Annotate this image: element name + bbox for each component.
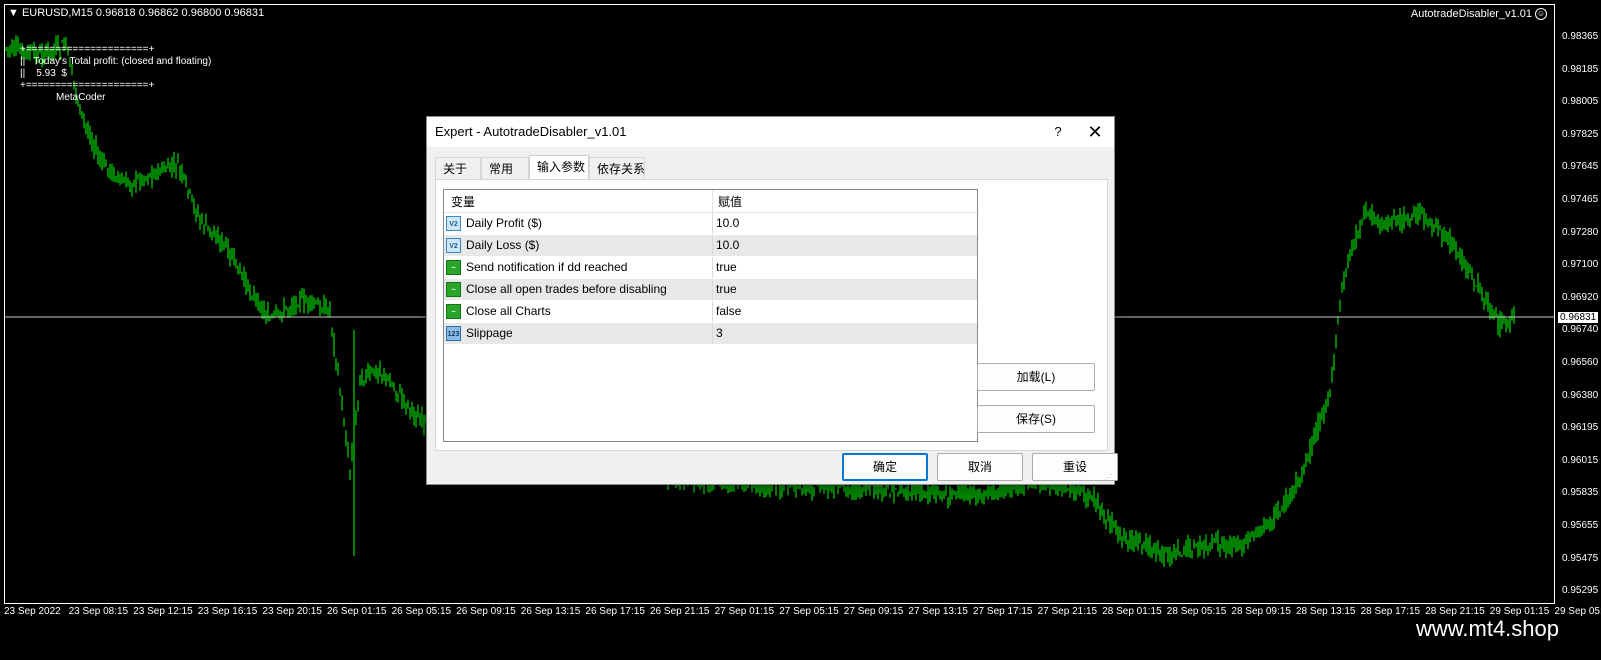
parameter-name: Close all Charts <box>466 304 551 318</box>
price-axis-label: 0.95295 <box>1562 585 1599 597</box>
column-header-variable[interactable]: 变量 <box>451 190 475 212</box>
double-icon: V2 <box>446 216 461 231</box>
symbol-info: EURUSD,M15 0.96818 0.96862 0.96800 0.968… <box>21 7 265 19</box>
close-button[interactable]: ✕ <box>1083 120 1107 144</box>
parameter-name: Send notification if dd reached <box>466 260 628 274</box>
table-row[interactable]: ~ Send notification if dd reached true <box>444 257 977 279</box>
time-axis-label: 26 Sep 13:15 <box>520 606 581 617</box>
parameter-name: Daily Profit ($) <box>466 216 543 230</box>
bool-icon: ~ <box>446 282 461 297</box>
price-axis-label: 0.98365 <box>1562 31 1599 42</box>
time-axis-label: 23 Sep 20:15 <box>262 606 322 617</box>
price-axis-label: 0.96380 <box>1562 389 1599 401</box>
overlay-author: MetaCoder <box>56 92 106 103</box>
tab-dependencies[interactable]: 依存关系 <box>589 157 645 179</box>
dialog-title: Expert - AutotradeDisabler_v1.01 <box>435 124 627 139</box>
watermark: www.mt4.shop <box>1415 616 1559 641</box>
price-axis-label: 0.96920 <box>1562 291 1599 303</box>
ok-button[interactable]: 确定 <box>842 453 928 481</box>
time-axis-label: 23 Sep 16:15 <box>197 606 258 617</box>
price-axis-label: 0.96560 <box>1562 357 1599 368</box>
table-row[interactable]: V2 Daily Loss ($) 10.0 <box>444 235 977 257</box>
time-axis-label: 27 Sep 09:15 <box>843 606 904 617</box>
time-axis-label: 23 Sep 2022 <box>4 606 61 617</box>
double-icon: V2 <box>446 238 461 253</box>
time-axis-label: 27 Sep 21:15 <box>1037 606 1098 617</box>
parameter-value[interactable]: 3 <box>712 323 723 344</box>
parameter-value[interactable]: 10.0 <box>712 213 739 234</box>
time-axis-label: 28 Sep 13:15 <box>1296 606 1356 617</box>
time-axis-label: 27 Sep 13:15 <box>908 606 968 617</box>
table-row[interactable]: ~ Close all open trades before disabling t… <box>444 279 977 301</box>
time-axis-label: 27 Sep 17:15 <box>973 606 1033 617</box>
symbol-header: ▼ EURUSD,M15 0.96818 0.96862 0.96800 0.9… <box>8 7 264 19</box>
time-axis-label: 26 Sep 09:15 <box>456 606 516 617</box>
price-axis-label: 0.96015 <box>1562 454 1599 466</box>
help-button[interactable]: ? <box>1048 122 1068 142</box>
tab-inputs[interactable]: 输入参数 <box>529 155 589 180</box>
table-row[interactable]: ~ Close all Charts false <box>444 301 977 323</box>
price-axis-label: 0.97645 <box>1562 161 1599 173</box>
column-separator[interactable] <box>712 190 713 212</box>
overlay-border-top: +=====================+ <box>20 44 155 55</box>
overlay-border-bottom: +=====================+ <box>20 80 155 91</box>
table-row[interactable]: V2 Daily Profit ($) 10.0 <box>444 213 977 235</box>
price-axis-label: 0.95475 <box>1562 552 1599 564</box>
parameter-value[interactable]: true <box>712 279 737 300</box>
time-axis-label: 23 Sep 12:15 <box>133 606 193 617</box>
parameter-value[interactable]: 10.0 <box>712 235 739 256</box>
save-button[interactable]: 保存(S) <box>977 405 1095 433</box>
ea-name: AutotradeDisabler_v1.01 <box>1410 8 1532 20</box>
overlay-profit-value: || 5.93 $ <box>20 68 67 79</box>
expert-properties-dialog: Expert - AutotradeDisabler_v1.01 ? ✕ 关于 … <box>426 116 1118 485</box>
cancel-button[interactable]: 取消 <box>937 453 1023 481</box>
parameter-name: Slippage <box>466 326 513 340</box>
price-axis-label: 0.97465 <box>1562 194 1599 205</box>
inputs-panel: 变量 赋值 V2 Daily Profit ($) 10.0 V2 Daily Loss… <box>435 179 1108 451</box>
parameter-value[interactable]: false <box>712 301 741 322</box>
bool-icon: ~ <box>446 304 461 319</box>
parameter-name: Close all open trades before disabling <box>466 282 667 296</box>
bool-icon: ~ <box>446 260 461 275</box>
price-axis-label: 0.97100 <box>1562 259 1599 271</box>
time-axis-label: 28 Sep 05:15 <box>1166 606 1227 617</box>
time-axis-label: 26 Sep 21:15 <box>650 606 710 617</box>
table-body: V2 Daily Profit ($) 10.0 V2 Daily Loss ($) 10… <box>444 213 977 345</box>
price-axis-label: 0.95655 <box>1562 520 1599 531</box>
overlay-profit-title: || Today's Total profit: (closed and flo… <box>20 56 212 67</box>
tab-common[interactable]: 常用 <box>481 157 529 179</box>
dialog-titlebar[interactable]: Expert - AutotradeDisabler_v1.01 ? ✕ <box>427 117 1114 147</box>
time-axis-label: 27 Sep 05:15 <box>779 606 839 617</box>
price-axis-label: 0.96195 <box>1562 422 1599 434</box>
table-row[interactable]: 123 Slippage 3 <box>444 323 977 345</box>
current-price-label: 0.96831 <box>1558 312 1599 323</box>
load-button[interactable]: 加载(L) <box>977 363 1095 391</box>
time-axis-label: 28 Sep 17:15 <box>1360 606 1421 617</box>
column-header-value[interactable]: 赋值 <box>718 190 742 212</box>
price-axis-label: 0.97280 <box>1562 226 1599 238</box>
price-axis-label: 0.95835 <box>1562 487 1599 499</box>
time-axis-label: 26 Sep 17:15 <box>585 606 645 617</box>
parameter-name: Daily Loss ($) <box>466 238 540 252</box>
time-axis-label: 28 Sep 01:15 <box>1102 606 1162 617</box>
smiley-icon: ☺ <box>1535 8 1547 21</box>
price-axis-label: 0.96740 <box>1562 324 1599 336</box>
parameter-value[interactable]: true <box>712 257 737 278</box>
time-axis-label: 26 Sep 05:15 <box>391 606 452 617</box>
tab-about[interactable]: 关于 <box>435 157 481 179</box>
price-axis-label: 0.98005 <box>1562 96 1599 108</box>
int-icon: 123 <box>446 326 461 341</box>
expert-advisor-label[interactable]: AutotradeDisabler_v1.01 ☺ <box>1410 8 1547 21</box>
time-axis-label: 27 Sep 01:15 <box>714 606 775 617</box>
time-axis-label: 29 Sep 05:15 <box>1554 606 1601 617</box>
price-axis-label: 0.97825 <box>1562 128 1599 140</box>
time-axis-label: 26 Sep 01:15 <box>327 606 387 617</box>
table-header: 变量 赋值 <box>444 190 977 213</box>
time-axis-label: 23 Sep 08:15 <box>68 606 129 617</box>
collapse-arrow-icon[interactable]: ▼ <box>8 7 19 19</box>
resize-grip-icon[interactable]: ⋰ <box>1104 474 1112 482</box>
time-axis-label: 28 Sep 09:15 <box>1231 606 1291 617</box>
price-axis-label: 0.98185 <box>1562 63 1599 75</box>
inputs-table: 变量 赋值 V2 Daily Profit ($) 10.0 V2 Daily Loss… <box>443 189 978 442</box>
